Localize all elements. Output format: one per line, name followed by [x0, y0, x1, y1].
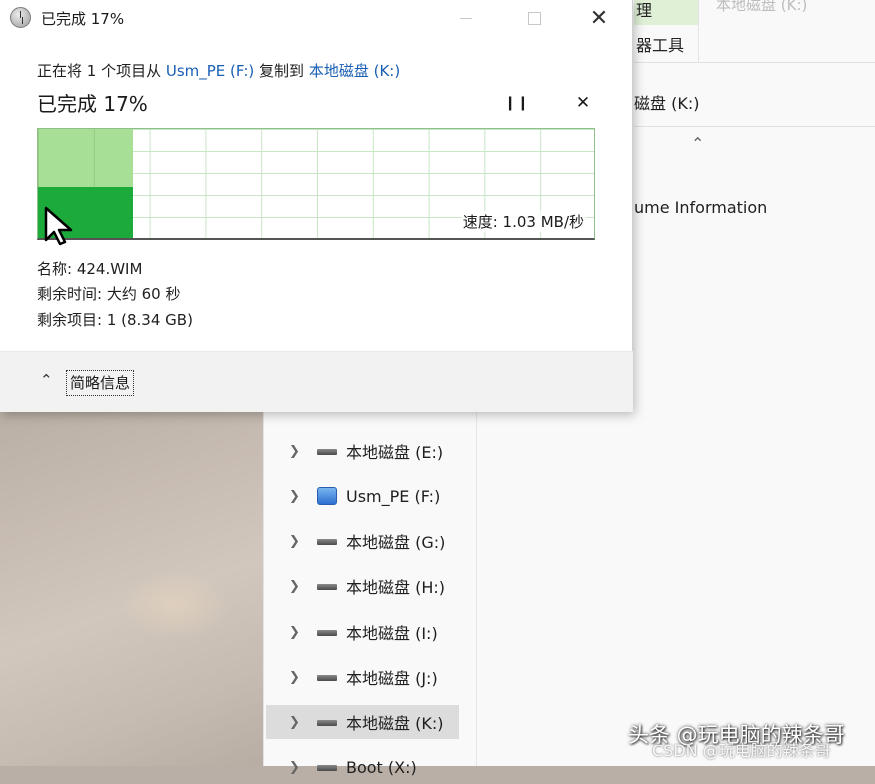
drive-icon: [317, 630, 337, 636]
maximize-icon: [527, 11, 541, 25]
minimize-icon: [460, 17, 472, 19]
nav-item-drive-e[interactable]: ❯ 本地磁盘 (E:): [264, 434, 461, 468]
nav-item-label: 本地磁盘 (E:): [346, 443, 444, 462]
pause-button[interactable]: ❙❙: [504, 91, 530, 115]
nav-item-drive-i[interactable]: ❯ 本地磁盘 (I:): [264, 615, 461, 649]
ribbon-tools-label[interactable]: 器工具: [636, 32, 684, 56]
speed-label: 速度: 1.03 MB/秒: [460, 211, 586, 232]
clock-icon: [10, 7, 31, 28]
chevron-right-icon[interactable]: ❯: [289, 534, 307, 549]
close-button[interactable]: ✕: [576, 0, 622, 36]
nav-item-label: Boot (X:): [346, 757, 417, 777]
chevron-right-icon[interactable]: ❯: [289, 670, 307, 685]
ribbon-divider: [634, 62, 875, 63]
watermark-secondary: CSDN @玩电脑的辣条哥: [652, 741, 831, 760]
ribbon-tab-drive-label[interactable]: 本地磁盘 (K:): [716, 0, 807, 15]
chevron-right-icon[interactable]: ❯: [289, 625, 307, 640]
nav-item-label: Usm_PE (F:): [346, 486, 441, 506]
chevron-right-icon[interactable]: ❯: [289, 760, 307, 775]
file-name: 名称: 424.WIM: [37, 260, 143, 278]
nav-item-drive-f[interactable]: ❯ Usm_PE (F:): [264, 479, 461, 513]
pane-divider: [476, 412, 477, 766]
target-link[interactable]: 本地磁盘 (K:): [309, 62, 400, 80]
drive-icon: [317, 720, 337, 726]
nav-item-label: 本地磁盘 (H:): [346, 578, 445, 597]
usb-drive-icon: [317, 487, 337, 505]
nav-item-drive-x[interactable]: ❯ Boot (X:): [264, 750, 461, 784]
chevron-right-icon[interactable]: ❯: [289, 579, 307, 594]
source-link[interactable]: Usm_PE (F:): [166, 62, 254, 80]
desc-prefix: 正在将 1 个项目从: [37, 62, 166, 80]
copy-progress-dialog: 已完成 17% ✕ 正在将 1 个项目从 Usm_PE (F:) 复制到 本地磁…: [0, 0, 633, 412]
nav-item-label: 本地磁盘 (I:): [346, 624, 438, 643]
nav-item-label: 本地磁盘 (G:): [346, 533, 446, 552]
chevron-up-icon[interactable]: ⌃: [691, 134, 704, 153]
chevron-up-icon[interactable]: ⌃: [40, 371, 53, 389]
items-remaining: 剩余项目: 1 (8.34 GB): [37, 311, 193, 329]
dialog-title: 已完成 17%: [41, 10, 125, 28]
nav-item-drive-k[interactable]: ❯ 本地磁盘 (K:): [266, 705, 459, 739]
desc-middle: 复制到: [254, 62, 309, 80]
transfer-speed-graph: 速度: 1.03 MB/秒: [37, 128, 595, 240]
cancel-button[interactable]: ✕: [571, 91, 595, 115]
address-divider: [634, 126, 875, 127]
close-icon: ✕: [589, 5, 609, 31]
copy-description: 正在将 1 个项目从 Usm_PE (F:) 复制到 本地磁盘 (K:): [37, 60, 400, 81]
nav-item-drive-g[interactable]: ❯ 本地磁盘 (G:): [264, 524, 461, 558]
mouse-pointer-icon: [44, 206, 73, 246]
chevron-right-icon[interactable]: ❯: [289, 489, 307, 504]
drive-icon: [317, 584, 337, 590]
nav-item-drive-j[interactable]: ❯ 本地磁盘 (J:): [264, 660, 461, 694]
ribbon-tab-manage-label: 理: [636, 1, 653, 20]
nav-item-label: 本地磁盘 (J:): [346, 669, 438, 688]
nav-item-drive-h[interactable]: ❯ 本地磁盘 (H:): [264, 569, 461, 603]
content-list-item[interactable]: ume Information: [634, 198, 767, 217]
close-icon: ✕: [575, 93, 591, 113]
chevron-right-icon[interactable]: ❯: [289, 715, 307, 730]
nav-item-label: 本地磁盘 (K:): [346, 714, 444, 733]
progress-status: 已完成 17%: [37, 92, 148, 116]
time-remaining: 剩余时间: 大约 60 秒: [37, 285, 181, 303]
address-bar[interactable]: 磁盘 (K:): [634, 90, 699, 114]
desktop-wallpaper: [0, 400, 265, 766]
dialog-titlebar[interactable]: 已完成 17% ✕: [0, 0, 633, 36]
ribbon-separator: [698, 0, 699, 62]
chevron-right-icon[interactable]: ❯: [289, 444, 307, 459]
drive-icon: [317, 675, 337, 681]
maximize-button[interactable]: [511, 0, 557, 36]
drive-icon: [317, 449, 337, 455]
less-details-button[interactable]: 简略信息: [66, 370, 135, 396]
minimize-button[interactable]: [443, 0, 489, 36]
drive-icon: [317, 539, 337, 545]
pause-icon: ❙❙: [504, 95, 530, 111]
